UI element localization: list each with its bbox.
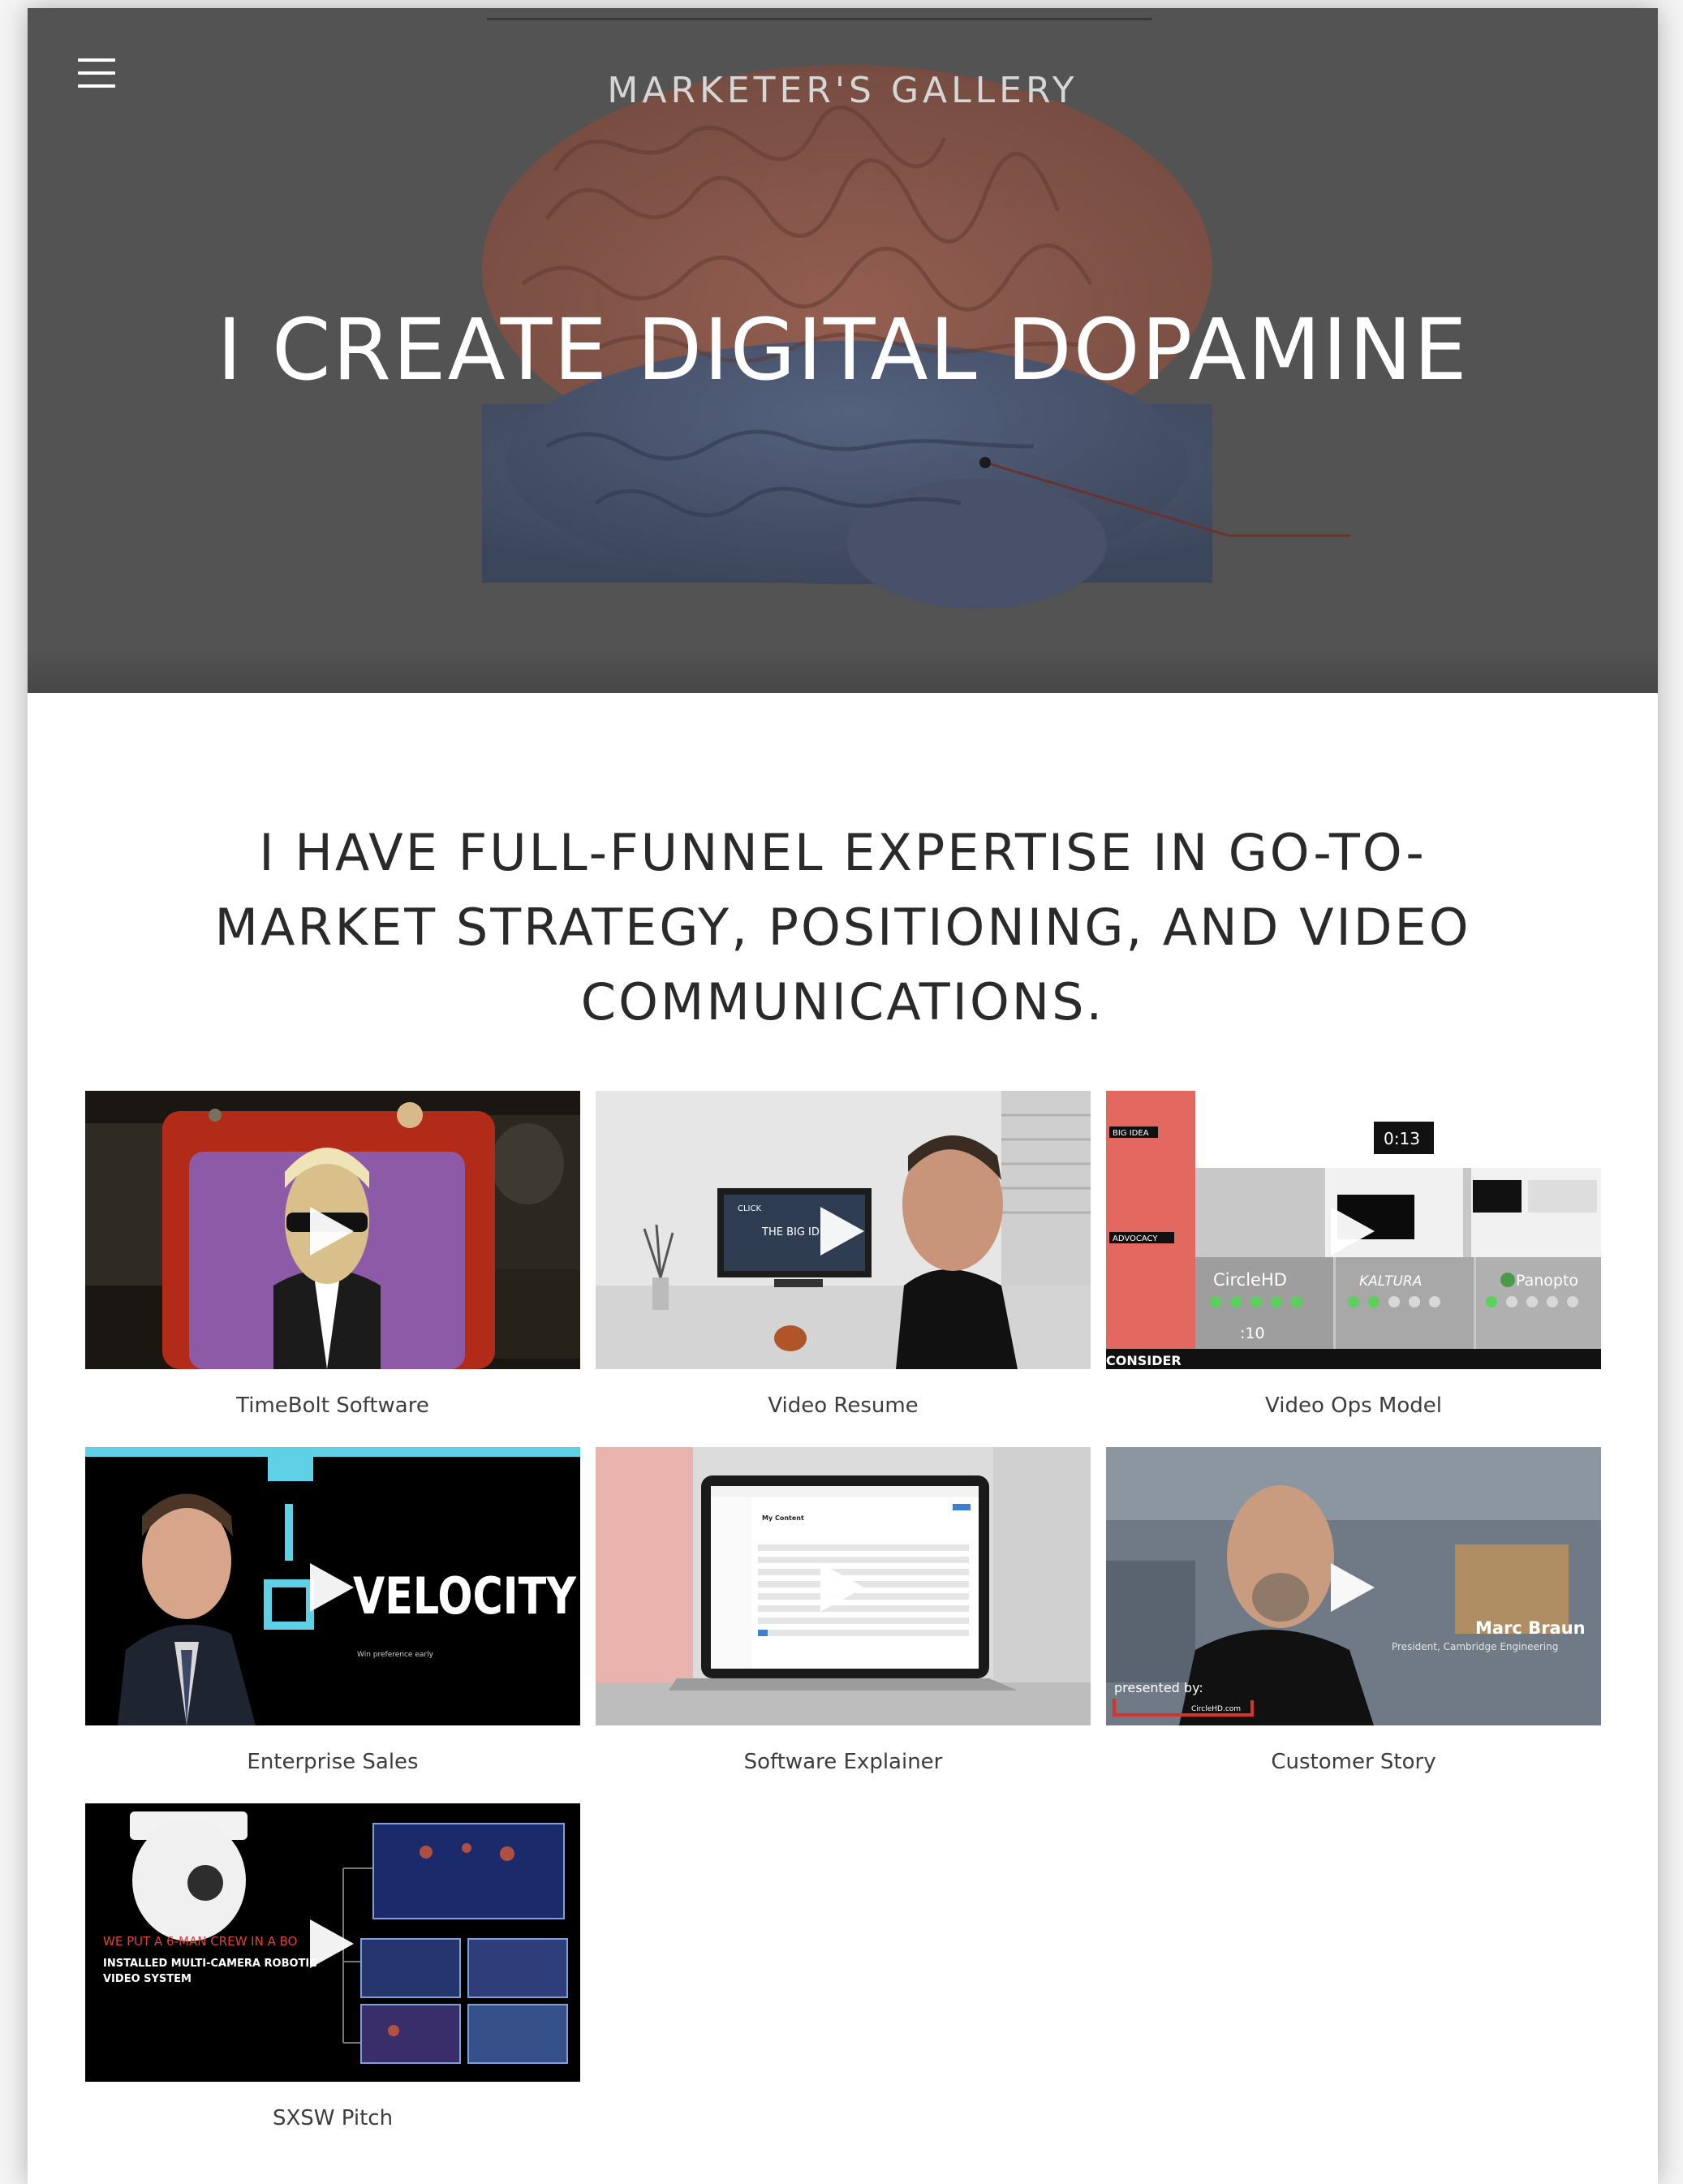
gallery-caption[interactable]: SXSW Pitch (85, 2106, 580, 2130)
gallery-item-enterprise-sales[interactable]: VELOCITY Win preference early Enterprise… (85, 1447, 580, 1774)
play-icon[interactable] (820, 1207, 864, 1256)
gallery-caption[interactable]: Video Resume (596, 1394, 1091, 1418)
gallery-item-sxsw-pitch[interactable]: WE PUT A 6-MAN CREW IN A BO INSTALLED MU… (85, 1803, 580, 2130)
hero-shadow (28, 649, 1658, 693)
gallery-item-customer-story[interactable]: Marc Braun President, Cambridge Engineer… (1106, 1447, 1601, 1774)
intro-line: MARKET STRATEGY, POSITIONING, AND VIDEO (214, 898, 1471, 957)
svg-text:VIDEO SYSTEM: VIDEO SYSTEM (103, 1973, 192, 1985)
svg-text:Marc Braun: Marc Braun (1475, 1618, 1586, 1638)
page: MARKETER'S GALLERY I CREATE DIGITAL DOPA… (28, 8, 1658, 2184)
svg-text:THE BIG ID: THE BIG ID (761, 1226, 820, 1238)
svg-text:KALTURA: KALTURA (1359, 1273, 1422, 1290)
top-divider-line (487, 18, 1152, 20)
svg-text:My Content: My Content (762, 1514, 804, 1522)
svg-text:Panopto: Panopto (1516, 1272, 1578, 1290)
video-thumbnail[interactable]: BIG IDEA ADVOCACY 0:13 CircleHD KALTURA … (1106, 1091, 1601, 1369)
play-icon[interactable] (310, 1919, 354, 1968)
hero-headline: I CREATE DIGITAL DOPAMINE (217, 300, 1469, 399)
svg-text:ADVOCACY: ADVOCACY (1113, 1234, 1158, 1243)
gallery-caption[interactable]: Software Explainer (596, 1750, 1091, 1774)
gallery-item-video-resume[interactable]: CLICK THE BIG ID Video Resume (596, 1091, 1091, 1418)
svg-text:WE PUT A 6-MAN CREW IN A BO: WE PUT A 6-MAN CREW IN A BO (103, 1934, 297, 1949)
intro-line: COMMUNICATIONS. (580, 972, 1105, 1032)
hero-banner: MARKETER'S GALLERY I CREATE DIGITAL DOPA… (28, 8, 1658, 693)
svg-text:President, Cambridge Engineeri: President, Cambridge Engineering (1392, 1641, 1558, 1652)
video-thumbnail[interactable]: Marc Braun President, Cambridge Engineer… (1106, 1447, 1601, 1725)
play-icon[interactable] (1331, 1207, 1375, 1256)
video-thumbnail[interactable]: WE PUT A 6-MAN CREW IN A BO INSTALLED MU… (85, 1803, 580, 2082)
gallery-caption[interactable]: Video Ops Model (1106, 1394, 1601, 1418)
svg-text:INSTALLED MULTI-CAMERA ROBOTIC: INSTALLED MULTI-CAMERA ROBOTIC (103, 1958, 317, 1970)
intro-line: I HAVE FULL-FUNNEL EXPERTISE IN GO-TO- (259, 823, 1427, 882)
svg-text:CONSIDER: CONSIDER (1106, 1353, 1182, 1368)
svg-text:CircleHD: CircleHD (1213, 1270, 1287, 1290)
play-icon[interactable] (820, 1563, 864, 1612)
gallery-item-software-explainer[interactable]: My Content Software Explainer (596, 1447, 1091, 1774)
gallery-caption[interactable]: Enterprise Sales (85, 1750, 580, 1774)
svg-text:CircleHD.com: CircleHD.com (1191, 1705, 1241, 1713)
intro-statement: I HAVE FULL-FUNNEL EXPERTISE IN GO-TO- M… (28, 816, 1658, 1040)
video-thumbnail[interactable]: VELOCITY Win preference early (85, 1447, 580, 1725)
svg-text:0:13: 0:13 (1384, 1129, 1420, 1148)
gallery-caption[interactable]: TimeBolt Software (85, 1394, 580, 1418)
play-icon[interactable] (1331, 1563, 1375, 1612)
gallery-item-timebolt[interactable]: TimeBolt Software (85, 1091, 580, 1418)
svg-text::10: :10 (1240, 1325, 1265, 1342)
video-thumbnail[interactable] (85, 1091, 580, 1369)
svg-text:BIG IDEA: BIG IDEA (1113, 1129, 1149, 1138)
video-thumbnail[interactable]: CLICK THE BIG ID (596, 1091, 1091, 1369)
svg-text:CLICK: CLICK (738, 1204, 761, 1213)
site-title[interactable]: MARKETER'S GALLERY (28, 70, 1658, 111)
svg-text:VELOCITY: VELOCITY (353, 1566, 577, 1626)
play-icon[interactable] (310, 1563, 354, 1612)
gallery-caption[interactable]: Customer Story (1106, 1750, 1601, 1774)
svg-text:Win preference early: Win preference early (357, 1651, 434, 1659)
play-icon[interactable] (310, 1207, 354, 1256)
svg-text:presented by:: presented by: (1114, 1680, 1203, 1695)
video-thumbnail[interactable]: My Content (596, 1447, 1091, 1725)
gallery-item-video-ops-model[interactable]: BIG IDEA ADVOCACY 0:13 CircleHD KALTURA … (1106, 1091, 1601, 1418)
